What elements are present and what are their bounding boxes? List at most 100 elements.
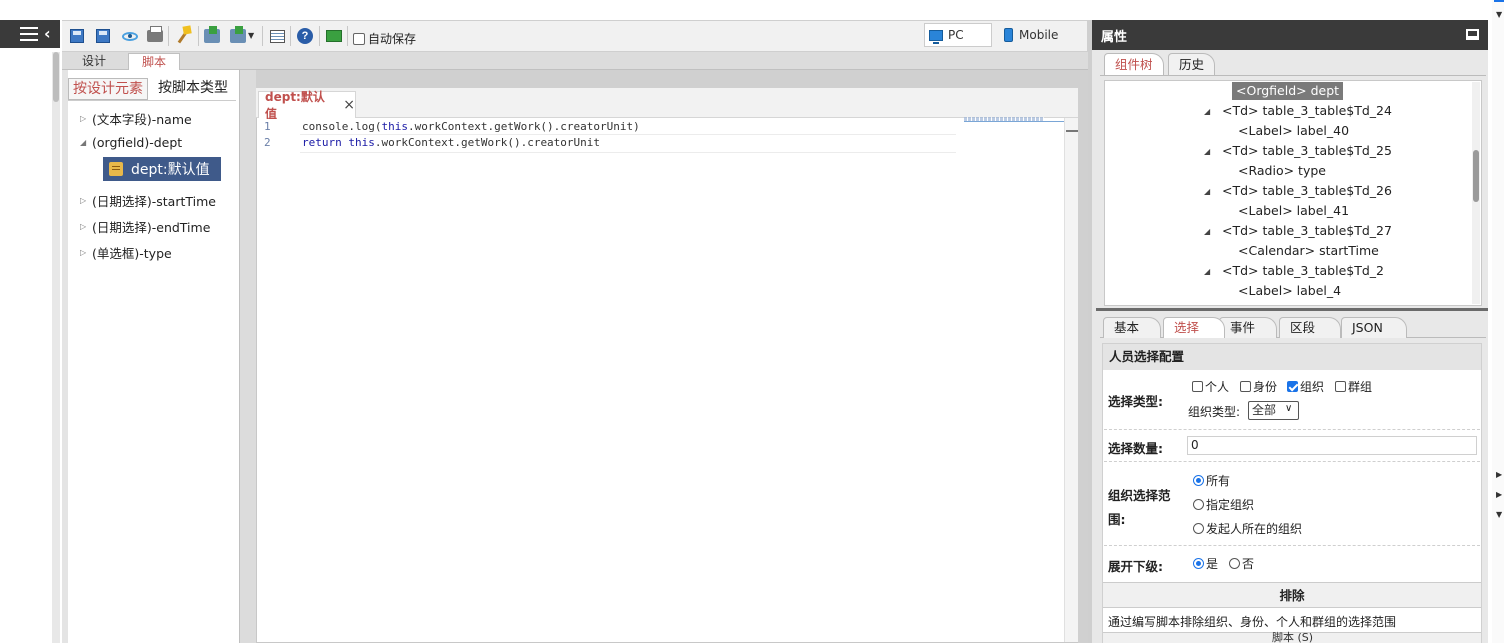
radio-checked-icon[interactable] (1193, 558, 1204, 569)
expand-arrow-icon[interactable]: ▷ (80, 248, 92, 257)
component-tree-node[interactable]: <Calendar> startTime (1238, 243, 1379, 258)
help-icon[interactable]: ? (296, 27, 314, 45)
option-person[interactable]: 个人 (1192, 378, 1229, 395)
magic-wand-icon[interactable] (174, 27, 192, 45)
component-tree-node[interactable]: <Td> table_3_table$Td_26 (1222, 183, 1392, 198)
range-specified[interactable]: 指定组织 (1193, 496, 1254, 513)
toolbar-separator (347, 26, 348, 46)
export-icon[interactable] (203, 26, 221, 45)
tab-by-script-type[interactable]: 按脚本类型 (152, 78, 234, 100)
tree-node-dept[interactable]: ◢ (orgfield)-dept (80, 135, 182, 150)
checkbox-checked-icon[interactable] (1287, 381, 1298, 392)
tab-event[interactable]: 事件 (1219, 317, 1277, 338)
radio-icon[interactable] (1193, 523, 1204, 534)
radio-icon[interactable] (1229, 558, 1240, 569)
print-icon[interactable] (146, 26, 164, 45)
tab-select[interactable]: 选择 (1163, 317, 1225, 338)
option-org[interactable]: 组织 (1287, 378, 1324, 395)
option-label: 指定组织 (1206, 498, 1255, 512)
component-tree-node[interactable]: <Td> table_3_table$Td_2 (1222, 263, 1384, 278)
component-tree-node[interactable]: <Label> label_40 (1238, 123, 1349, 138)
collapse-arrow-icon[interactable]: ◢ (80, 138, 92, 147)
page-scrollbar[interactable] (1492, 0, 1504, 643)
tree-node-type[interactable]: ▷ (单选框)-type (80, 243, 172, 262)
expand-yes[interactable]: 是 (1193, 555, 1218, 572)
radio-checked-icon[interactable] (1193, 475, 1204, 486)
import-dropdown-icon[interactable]: ▼ (248, 31, 254, 40)
select-count-input[interactable]: 0 (1187, 436, 1477, 455)
panel-divider[interactable] (1096, 308, 1488, 311)
code-line-2[interactable]: return this.workContext.getWork().creato… (302, 136, 600, 149)
tab-design[interactable]: 设计 (70, 53, 118, 70)
component-tree-node[interactable]: <Td> table_3_table$Td_25 (1222, 143, 1392, 158)
collapse-arrow-icon[interactable]: ◢ (1204, 267, 1210, 276)
component-tree-node[interactable]: <Td> table_3_table$Td_24 (1222, 103, 1392, 118)
code-editor[interactable] (256, 88, 1078, 643)
option-label: 身份 (1253, 380, 1278, 394)
expand-sub-label: 展开下级: (1108, 559, 1163, 574)
checkbox-icon[interactable] (1335, 381, 1346, 392)
device-pc-button[interactable]: PC (924, 23, 992, 47)
green-block-icon[interactable] (325, 27, 343, 45)
component-tree-node-selected[interactable]: <Orgfield> dept (1232, 82, 1344, 100)
tree-node-starttime[interactable]: ▷ (日期选择)-startTime (80, 191, 216, 210)
component-tree-node[interactable]: <Td> table_3_table$Td_27 (1222, 223, 1392, 238)
tree-node-endtime[interactable]: ▷ (日期选择)-endTime (80, 217, 210, 236)
tab-json[interactable]: JSON (1341, 317, 1407, 338)
option-identity[interactable]: 身份 (1240, 378, 1277, 395)
collapse-arrow-icon[interactable]: ◢ (1204, 107, 1210, 116)
component-tree-scrollbar-thumb[interactable] (1473, 150, 1479, 202)
menu-icon[interactable] (20, 27, 38, 41)
scroll-right-icon[interactable]: ▶ (1496, 490, 1502, 499)
device-mobile-button[interactable]: Mobile (1000, 23, 1086, 47)
autosave-checkbox[interactable]: 自动保存 (353, 30, 416, 47)
tab-by-design-element[interactable]: 按设计元素 (68, 78, 148, 100)
collapse-arrow-icon[interactable]: ◢ (1204, 227, 1210, 236)
collapse-left-icon[interactable]: ‹ (44, 24, 51, 43)
tree-node-selected-script[interactable]: dept:默认值 (103, 157, 221, 181)
save-as-icon[interactable] (94, 27, 112, 45)
collapse-arrow-icon[interactable]: ◢ (1204, 187, 1210, 196)
component-tree-node[interactable]: <Label> label_4 (1238, 283, 1341, 298)
tab-section[interactable]: 区段 (1279, 317, 1341, 338)
editor-tabs-bar (256, 88, 1078, 118)
scroll-down-icon[interactable]: ▼ (1496, 510, 1502, 519)
import-icon[interactable] (229, 26, 247, 45)
expand-arrow-icon[interactable]: ▷ (80, 114, 92, 123)
editor-scrollbar[interactable] (1064, 118, 1078, 642)
checkbox-icon[interactable] (1192, 381, 1203, 392)
close-icon[interactable]: × (343, 97, 355, 113)
list-icon[interactable] (268, 27, 286, 45)
checkbox-icon[interactable] (1240, 381, 1251, 392)
tab-script[interactable]: 脚本 (128, 53, 180, 70)
tree-node-name[interactable]: ▷ (文本字段)-name (80, 109, 192, 128)
maximize-icon[interactable] (1466, 29, 1479, 40)
component-tree-node[interactable]: <Radio> type (1238, 163, 1326, 178)
left-scrollbar-thumb[interactable] (53, 52, 59, 102)
panel-splitter[interactable] (240, 70, 256, 643)
option-group[interactable]: 群组 (1335, 378, 1372, 395)
save-icon[interactable] (68, 27, 86, 45)
range-all[interactable]: 所有 (1193, 472, 1230, 489)
exclude-script-label: 脚本 (S) (1272, 631, 1314, 644)
editor-tab-label: dept:默认值 (265, 90, 325, 121)
component-tree-node[interactable]: <Label> label_41 (1238, 203, 1349, 218)
editor-tab[interactable]: dept:默认值 × (258, 90, 356, 121)
code-line-1[interactable]: console.log(this.workContext.getWork().c… (302, 120, 640, 133)
tab-component-tree[interactable]: 组件树 (1104, 53, 1164, 75)
checkbox-icon[interactable] (353, 32, 365, 45)
chevron-down-icon[interactable]: ∨ (1285, 403, 1292, 414)
left-scrollbar[interactable] (52, 52, 60, 643)
radio-icon[interactable] (1193, 499, 1204, 510)
tab-history[interactable]: 历史 (1168, 53, 1216, 75)
row-divider (1104, 429, 1480, 430)
expand-no[interactable]: 否 (1229, 555, 1254, 572)
tab-basic[interactable]: 基本 (1103, 317, 1161, 338)
expand-arrow-icon[interactable]: ▷ (80, 222, 92, 231)
scroll-right-icon[interactable]: ▶ (1496, 470, 1502, 479)
expand-arrow-icon[interactable]: ▷ (80, 196, 92, 205)
preview-eye-icon[interactable] (121, 27, 139, 45)
range-initiator-org[interactable]: 发起人所在的组织 (1193, 520, 1302, 537)
scroll-down-icon[interactable]: ▼ (1496, 10, 1502, 19)
collapse-arrow-icon[interactable]: ◢ (1204, 147, 1210, 156)
